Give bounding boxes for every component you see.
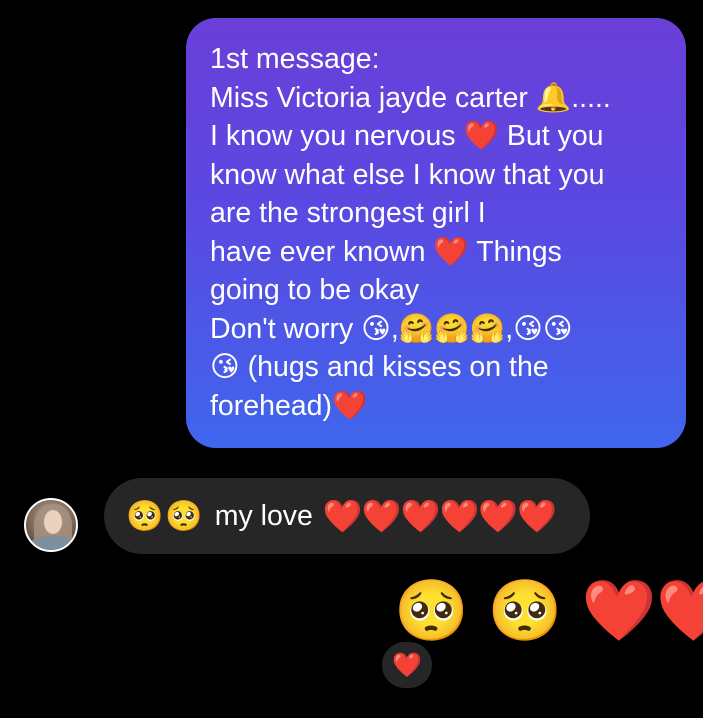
heart-icon: ❤️ — [392, 651, 422, 679]
heart-reaction-badge[interactable]: ❤️ — [380, 640, 434, 690]
pleading-face-emoji: 🥺🥺 — [126, 498, 205, 534]
message-line: 1st message: — [210, 43, 380, 75]
message-line: have ever known ❤️ Things — [210, 235, 562, 268]
message-line: are the strongest girl I — [210, 197, 486, 229]
message-line: I know you nervous ❤️ But you — [210, 120, 604, 152]
contact-avatar[interactable] — [24, 498, 78, 552]
message-line: forehead)❤️ — [210, 389, 368, 422]
red-heart-emoji: ❤️❤️❤️❤️❤️❤️ — [322, 497, 557, 535]
message-line: Miss Victoria jayde carter 🔔..... — [210, 81, 611, 114]
message-line: know what else I know that you — [210, 158, 605, 191]
pleading-face-emoji: 🥺 🥺 — [394, 576, 563, 646]
outgoing-message-bubble[interactable]: 1st message: Miss Victoria jayde carter … — [186, 18, 686, 448]
message-line: 😘 (hugs and kisses on the — [210, 351, 549, 383]
incoming-message-text: my love — [214, 499, 313, 532]
red-heart-emoji: ❤️❤️ — [581, 576, 703, 646]
message-line: Don't worry 😘,🤗🤗🤗,😘😘 — [210, 312, 573, 345]
avatar-shirt — [30, 536, 76, 550]
avatar-face — [44, 510, 62, 534]
message-line: going to be okay — [210, 274, 420, 306]
outgoing-emoji-message[interactable]: 🥺 🥺 ❤️❤️ — [394, 576, 703, 646]
incoming-message-bubble[interactable]: 🥺🥺 my love ❤️❤️❤️❤️❤️❤️ — [104, 478, 590, 554]
